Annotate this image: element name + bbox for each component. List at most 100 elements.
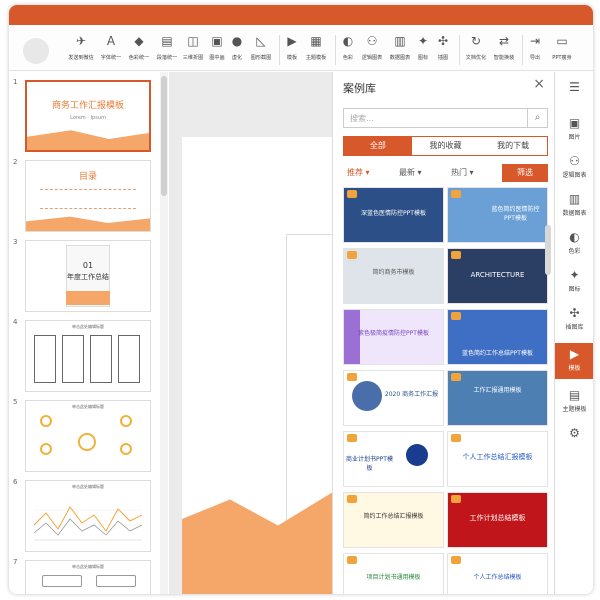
- template-card[interactable]: 2020 商务工作汇报: [343, 370, 444, 426]
- paragraph-unify-button[interactable]: ▤ 段落统一: [154, 33, 180, 67]
- panel-scrollbar[interactable]: [545, 225, 551, 275]
- logic-chart-button[interactable]: ⚇ 逻辑图表: [359, 33, 385, 67]
- vip-badge-icon: [451, 312, 461, 320]
- template-card[interactable]: 蓝色简约医情防控PPT模板: [447, 187, 548, 243]
- slide-subtitle: Lorem · Ipsum: [70, 115, 106, 121]
- sidebar-item-illustrations[interactable]: ✣ 插图库: [555, 302, 593, 338]
- smart-restyle-button[interactable]: ⇄ 智能换装: [491, 33, 517, 67]
- ppt-slim-button[interactable]: ▭ PPT瘦身: [547, 33, 577, 67]
- tab-all[interactable]: 全部: [344, 137, 412, 155]
- template-card[interactable]: 工作汇报通用模板: [447, 370, 548, 426]
- icon-icon: ✦: [417, 34, 429, 48]
- filter-latest[interactable]: 最新 ▾: [399, 167, 422, 178]
- vip-badge-icon: [347, 190, 357, 198]
- tab-favorites[interactable]: 我的收藏: [412, 137, 480, 155]
- filter-popular[interactable]: 热门 ▾: [451, 167, 474, 178]
- template-card[interactable]: 紫色极简疫情防控PPT模板: [343, 309, 444, 365]
- card-title: 商业计划书PPT模板: [346, 456, 393, 472]
- circle-icon: [40, 443, 52, 455]
- filter-button[interactable]: 筛选: [502, 164, 548, 182]
- sidebar-item-settings[interactable]: ⚙: [555, 422, 593, 458]
- color-icon: ◐: [569, 230, 580, 244]
- template-card[interactable]: 简约工作总结汇报模板: [343, 492, 444, 548]
- blur-icon: ●: [231, 34, 243, 48]
- slide-thumbnail-4[interactable]: 单击此处编辑标题: [25, 320, 151, 392]
- fold-image-button[interactable]: ◫ 三维折图: [181, 33, 205, 67]
- icons-icon: ✦: [569, 268, 580, 282]
- search-box[interactable]: 搜索... ⌕: [343, 108, 548, 128]
- data-chart-button[interactable]: ▥ 数据图表: [387, 33, 413, 67]
- scrollbar-thumb[interactable]: [161, 76, 167, 196]
- template-card[interactable]: 商业计划书PPT模板: [343, 431, 444, 487]
- toc-lines: [40, 189, 136, 209]
- font-unify-button[interactable]: A 字体统一: [98, 33, 124, 67]
- fold-icon: ◫: [187, 34, 199, 48]
- divider: [522, 35, 523, 65]
- close-icon[interactable]: ×: [533, 76, 545, 92]
- vip-badge-icon: [347, 373, 357, 381]
- blur-button[interactable]: ● 虚化: [228, 33, 246, 67]
- doc-optimize-button[interactable]: ↻ 文档优化: [463, 33, 489, 67]
- slide-number: 5: [13, 398, 18, 406]
- theme-template-button[interactable]: ▦ 主题模板: [303, 33, 329, 67]
- slide-thumbnail-2[interactable]: 目录: [25, 160, 151, 232]
- template-button[interactable]: ▶ 模板: [283, 33, 301, 67]
- sidebar-item-icons[interactable]: ✦ 图标: [555, 264, 593, 300]
- slide-title: 单击此处编辑标题: [72, 564, 104, 569]
- picture-icon: ▣: [568, 116, 581, 130]
- slide-thumbnail-3[interactable]: 01 年度工作总结: [25, 240, 151, 312]
- circle-icon: [120, 443, 132, 455]
- illustration-button[interactable]: ✣ 插图: [434, 33, 452, 67]
- thumbnail-scrollbar[interactable]: [160, 72, 168, 594]
- divider: [279, 35, 280, 65]
- avatar[interactable]: [23, 38, 49, 64]
- color-button[interactable]: ◐ 色彩: [339, 33, 357, 67]
- orange-band: [66, 291, 110, 305]
- slide-title: 商务工作汇报模板: [51, 101, 124, 111]
- color-icon: ◆: [134, 34, 144, 48]
- sidebar-item-templates[interactable]: ▶ 模板: [555, 343, 593, 379]
- template-card[interactable]: 项目计划书通用模板: [343, 553, 444, 594]
- sidebar-item-pictures[interactable]: ▣ 图片: [555, 112, 593, 148]
- bubble-shape: [42, 575, 82, 587]
- search-input[interactable]: 搜索...: [350, 113, 374, 124]
- icon-button[interactable]: ✦ 图标: [414, 33, 432, 67]
- paragraph-icon: ▤: [161, 34, 173, 48]
- slide-thumbnail-1[interactable]: 商务工作汇报模板 Lorem · Ipsum: [25, 80, 151, 152]
- send-to-wechat-button[interactable]: ✈ 发送到微信: [66, 33, 96, 67]
- color-unify-button[interactable]: ◆ 色彩统一: [126, 33, 152, 67]
- slide-thumbnail-5[interactable]: 单击此处编辑标题: [25, 400, 151, 472]
- template-card[interactable]: 蓝色简约工作总结PPT模板: [447, 309, 548, 365]
- template-card[interactable]: 个人工作总结模板: [447, 553, 548, 594]
- sidebar-item-theme-templates[interactable]: ▤ 主题模板: [555, 384, 593, 420]
- template-grid: 深蓝色医情防控PPT模板 蓝色简约医情防控PPT模板 简约商务市模板 ARCHI…: [343, 185, 548, 594]
- template-card[interactable]: ARCHITECTURE: [447, 248, 548, 304]
- sidebar-item-color[interactable]: ◐ 色彩: [555, 226, 593, 262]
- card-outline: [34, 335, 56, 383]
- sidebar-item-logic-chart[interactable]: ⚇ 逻辑图表: [555, 150, 593, 186]
- template-card[interactable]: 深蓝色医情防控PPT模板: [343, 187, 444, 243]
- windmill-icon: ✣: [569, 306, 580, 320]
- slim-icon: ▭: [556, 34, 568, 48]
- slide-thumbnail-7[interactable]: 单击此处编辑标题: [25, 560, 151, 594]
- bubble-shape: [96, 575, 136, 587]
- sidebar-item-data-chart[interactable]: ▥ 数据图表: [555, 188, 593, 224]
- current-slide[interactable]: [182, 137, 342, 594]
- card-title: 简约工作总结汇报模板: [363, 513, 424, 520]
- filter-recommend[interactable]: 推荐 ▾: [347, 167, 370, 178]
- shape-crop-button[interactable]: ◺ 图形截图: [248, 33, 274, 67]
- illustration-icon: ✣: [437, 34, 449, 48]
- sidebar-item-menu[interactable]: ☰: [555, 76, 593, 112]
- card-outline: [90, 335, 112, 383]
- template-card[interactable]: 简约商务市模板: [343, 248, 444, 304]
- image-in-image-button[interactable]: ▣ 图中画: [206, 33, 228, 67]
- panel-title: 案例库: [343, 82, 376, 95]
- tab-downloads[interactable]: 我的下载: [479, 137, 547, 155]
- template-card[interactable]: 工作计划总结模板: [447, 492, 548, 548]
- slide-thumbnail-6[interactable]: 单击此处编辑标题: [25, 480, 151, 552]
- slide-number: 3: [13, 238, 18, 246]
- search-icon[interactable]: ⌕: [527, 109, 547, 127]
- template-card[interactable]: 个人工作总结汇报模板: [447, 431, 548, 487]
- library-tabs: 全部 我的收藏 我的下载: [343, 136, 548, 156]
- export-button[interactable]: ⇥ 导出: [526, 33, 544, 67]
